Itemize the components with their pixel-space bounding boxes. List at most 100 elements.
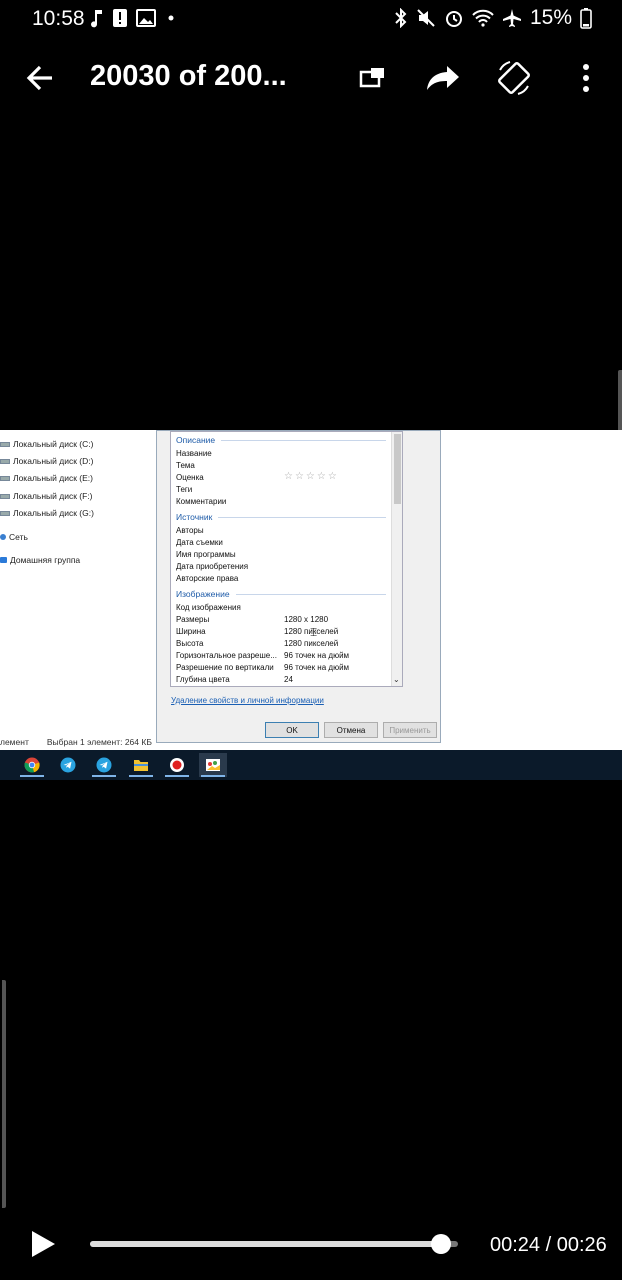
back-arrow-icon [26, 65, 52, 91]
taskbar-file-explorer[interactable] [127, 753, 155, 777]
back-button[interactable] [22, 60, 62, 96]
apply-button[interactable]: Применить [383, 722, 437, 738]
share-arrow-icon [427, 66, 459, 90]
drive-icon [0, 441, 10, 447]
explorer-status-bar: лемент Выбран 1 элемент: 264 КБ [0, 737, 170, 747]
properties-list[interactable]: Описание Название Тема Оценка ☆☆☆☆☆ Теги… [170, 431, 403, 687]
sidebar-item-network[interactable]: Сеть [0, 532, 28, 542]
prop-date-taken: Дата съемки [176, 538, 223, 547]
airplane-icon [502, 8, 522, 28]
group-source: Источник [176, 512, 386, 522]
prop-copyright: Авторские права [176, 574, 239, 583]
play-button[interactable] [28, 1228, 58, 1260]
prop-dimensions: Размеры [176, 615, 210, 624]
prop-dimensions-value: 1280 x 1280 [284, 615, 329, 624]
group-image: Изображение [176, 589, 386, 599]
wifi-icon [472, 9, 494, 27]
drive-icon [0, 475, 10, 481]
playback-time: 00:24 / 00:26 [490, 1234, 607, 1256]
sidebar-item-drive-g[interactable]: Локальный диск (G:) [0, 508, 94, 518]
prop-date-acquired: Дата приобретения [176, 562, 249, 571]
prop-rating: Оценка [176, 473, 204, 482]
prop-tags: Теги [176, 485, 193, 494]
prop-image-id: Код изображения [176, 603, 241, 612]
text-cursor-icon: ⌶ [310, 625, 318, 639]
prop-comments: Комментарии [176, 497, 227, 506]
chrome-icon [24, 757, 40, 773]
windows-taskbar [0, 750, 622, 780]
cancel-button[interactable]: Отмена [324, 722, 378, 738]
prop-program-name: Имя программы [176, 550, 236, 559]
alarm-icon [444, 8, 464, 28]
paint-icon [206, 759, 220, 771]
drive-icon [0, 510, 10, 516]
drive-icon [0, 458, 10, 464]
share-button[interactable] [423, 60, 463, 96]
seek-thumb[interactable] [431, 1234, 452, 1254]
play-icon [32, 1231, 55, 1257]
prop-vertical-resolution: Разрешение по вертикали [176, 663, 274, 672]
remove-properties-link[interactable]: Удаление свойств и личной информации [171, 696, 324, 705]
scroll-down-arrow-icon[interactable]: ⌄ [393, 675, 400, 684]
seek-bar[interactable] [90, 1241, 458, 1247]
telegram-icon [96, 757, 112, 773]
explorer-sidebar: Локальный диск (C:) Локальный диск (D:) … [0, 430, 150, 730]
left-edge-handle[interactable] [2, 980, 6, 1208]
properties-scrollbar[interactable]: ⌄ [391, 432, 402, 686]
prop-vertical-resolution-value: 96 точек на дюйм [284, 663, 350, 672]
app-bar: 20030 of 200... [0, 48, 622, 108]
record-icon [170, 758, 184, 772]
prop-bit-depth-value: 24 [284, 675, 293, 684]
battery-icon [580, 7, 592, 29]
sidebar-item-drive-d[interactable]: Локальный диск (D:) [0, 456, 93, 466]
properties-dialog: Описание Название Тема Оценка ☆☆☆☆☆ Теги… [156, 430, 441, 743]
sidebar-item-drive-e[interactable]: Локальный диск (E:) [0, 473, 93, 483]
scrollbar-thumb[interactable] [394, 434, 401, 504]
taskbar-telegram-1[interactable] [54, 753, 82, 777]
sidebar-item-drive-f[interactable]: Локальный диск (F:) [0, 491, 93, 501]
ok-button[interactable]: OK [265, 722, 319, 738]
sidebar-item-homegroup[interactable]: Домашняя группа [0, 555, 80, 565]
file-explorer-icon [134, 760, 148, 771]
taskbar-chrome[interactable] [18, 753, 46, 777]
prop-subject: Тема [176, 461, 195, 470]
dot-icon [164, 11, 178, 25]
prop-bit-depth: Глубина цвета [176, 675, 230, 684]
picture-in-picture-button[interactable] [352, 60, 392, 96]
status-bar: 10:58 15% [0, 0, 622, 38]
seek-bar-progress [90, 1241, 442, 1247]
page-title: 20030 of 200... [90, 60, 287, 92]
mute-icon [416, 8, 436, 28]
prop-name: Название [176, 449, 212, 458]
prop-height-value: 1280 пикселей [284, 639, 339, 648]
picture-in-picture-icon [359, 68, 384, 88]
status-item-count: лемент [0, 737, 29, 747]
group-description: Описание [176, 435, 386, 445]
prop-horizontal-resolution: Горизонтальное разреше... [176, 651, 277, 660]
network-icon [0, 534, 6, 540]
drive-icon [0, 493, 10, 499]
music-note-icon [90, 8, 104, 28]
video-frame: Локальный диск (C:) Локальный диск (D:) … [0, 430, 622, 750]
status-selection: Выбран 1 элемент: 264 КБ [46, 737, 152, 747]
prop-authors: Авторы [176, 526, 204, 535]
bluetooth-icon [394, 8, 408, 28]
sidebar-item-drive-c[interactable]: Локальный диск (C:) [0, 439, 93, 449]
taskbar-paint[interactable] [199, 753, 227, 777]
alert-icon [112, 8, 128, 28]
prop-horizontal-resolution-value: 96 точек на дюйм [284, 651, 350, 660]
telegram-icon [60, 757, 76, 773]
rating-stars[interactable]: ☆☆☆☆☆ [284, 471, 339, 482]
prop-width: Ширина [176, 627, 206, 636]
status-time: 10:58 [32, 7, 85, 30]
image-icon [136, 9, 156, 27]
more-vertical-icon [583, 64, 589, 92]
more-options-button[interactable] [566, 60, 606, 96]
screen-rotate-icon [498, 61, 530, 95]
homegroup-icon [0, 557, 7, 563]
battery-percent: 15% [529, 6, 572, 29]
rotate-button[interactable] [494, 60, 534, 96]
prop-height: Высота [176, 639, 204, 648]
taskbar-recorder[interactable] [163, 753, 191, 777]
taskbar-telegram-2[interactable] [90, 753, 118, 777]
